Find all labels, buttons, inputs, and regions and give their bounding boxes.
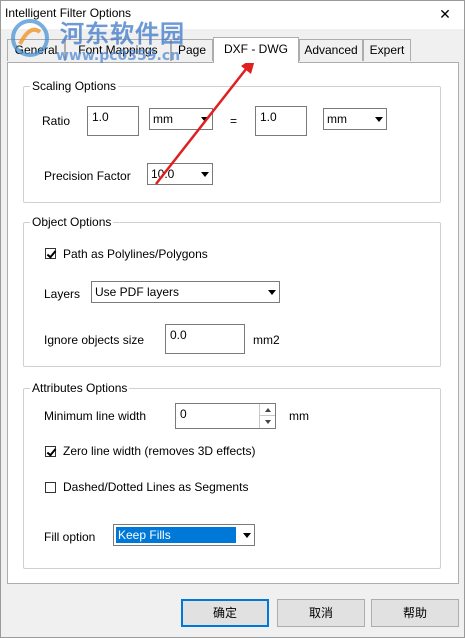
ignore-objects-size-input[interactable]: 0.0	[165, 324, 245, 354]
minimum-line-width-unit: mm	[289, 409, 309, 423]
cancel-button[interactable]: 取消	[277, 599, 365, 627]
spin-down-icon[interactable]	[259, 416, 275, 428]
ignore-objects-size-label: Ignore objects size	[44, 333, 145, 347]
close-icon[interactable]: ✕	[432, 4, 458, 24]
minimum-line-width-spinner[interactable]: 0	[175, 403, 276, 429]
ratio-right-unit-value: mm	[327, 112, 347, 126]
ok-button[interactable]: 确定	[181, 599, 269, 627]
object-options-group: Object Options Path as Polylines/Polygon…	[23, 215, 441, 367]
precision-factor-value: 10.0	[151, 167, 175, 181]
ratio-left-input[interactable]: 1.0	[87, 106, 139, 136]
tab-advanced[interactable]: Advanced	[299, 39, 363, 61]
chevron-down-icon	[196, 110, 211, 128]
tab-dxf-dwg[interactable]: DXF - DWG	[213, 37, 299, 63]
ratio-label: Ratio	[42, 114, 71, 128]
help-button[interactable]: 帮助	[371, 599, 459, 627]
precision-factor-label: Precision Factor	[44, 169, 131, 183]
ratio-left-unit-select[interactable]: mm	[149, 108, 213, 130]
ratio-right-value: 1.0	[260, 110, 277, 124]
precision-factor-select[interactable]: 10.0	[147, 163, 213, 185]
fill-option-value: Keep Fills	[116, 527, 236, 543]
dashed-lines-label: Dashed/Dotted Lines as Segments	[63, 480, 249, 494]
ratio-left-value: 1.0	[92, 110, 109, 124]
fill-option-select[interactable]: Keep Fills	[113, 524, 255, 546]
tab-font-mappings[interactable]: Font Mappings	[65, 39, 171, 61]
chevron-down-icon	[238, 526, 253, 544]
ratio-left-unit-value: mm	[153, 112, 173, 126]
object-options-title: Object Options	[30, 215, 114, 229]
chevron-down-icon	[196, 165, 211, 183]
chevron-down-icon	[370, 110, 385, 128]
tab-strip: General Font Mappings Page DXF - DWG Adv…	[7, 37, 459, 63]
tab-expert[interactable]: Expert	[363, 39, 411, 61]
tab-general[interactable]: General	[7, 39, 65, 61]
scaling-options-group: Scaling Options Ratio 1.0 mm = 1.0 mm Pr…	[23, 79, 441, 203]
scaling-options-title: Scaling Options	[30, 79, 119, 93]
dashed-lines-checkbox[interactable]	[45, 482, 56, 493]
spin-up-icon[interactable]	[259, 404, 275, 416]
layers-label: Layers	[44, 287, 81, 301]
dxf-dwg-panel: Scaling Options Ratio 1.0 mm = 1.0 mm Pr…	[7, 62, 459, 584]
ratio-right-input[interactable]: 1.0	[255, 106, 307, 136]
layers-value: Use PDF layers	[95, 285, 180, 299]
zero-line-width-label: Zero line width (removes 3D effects)	[63, 444, 256, 458]
title-bar: Intelligent Filter Options ✕	[1, 1, 464, 29]
path-as-polylines-checkbox[interactable]	[45, 248, 56, 259]
chevron-down-icon	[263, 283, 278, 301]
ratio-equals-sign: =	[230, 114, 238, 128]
ignore-objects-size-unit: mm2	[253, 333, 280, 347]
minimum-line-width-value: 0	[180, 407, 187, 421]
filter-options-dialog: Intelligent Filter Options ✕ General Fon…	[0, 0, 465, 638]
window-title: Intelligent Filter Options	[5, 6, 132, 20]
fill-option-label: Fill option	[44, 530, 96, 544]
path-as-polylines-label: Path as Polylines/Polygons	[63, 247, 208, 261]
ratio-right-unit-select[interactable]: mm	[323, 108, 387, 130]
attributes-options-group: Attributes Options Minimum line width 0 …	[23, 381, 441, 569]
attributes-options-title: Attributes Options	[30, 381, 130, 395]
zero-line-width-checkbox[interactable]	[45, 446, 56, 457]
layers-select[interactable]: Use PDF layers	[91, 281, 280, 303]
minimum-line-width-label: Minimum line width	[44, 409, 147, 423]
ignore-objects-size-value: 0.0	[170, 328, 187, 342]
tab-page[interactable]: Page	[171, 39, 213, 61]
